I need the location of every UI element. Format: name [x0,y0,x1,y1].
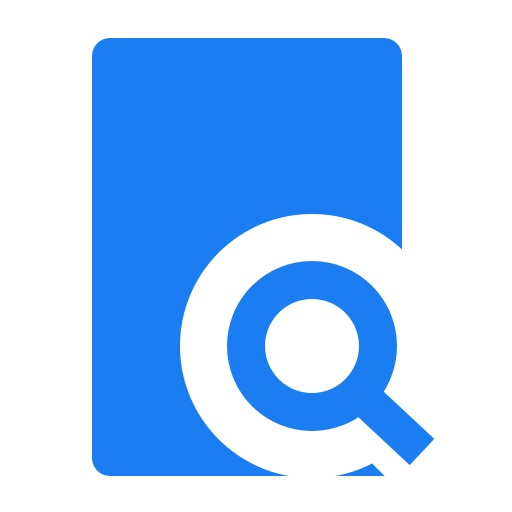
document-search-graphic [92,38,435,476]
document-search-icon [0,0,512,512]
